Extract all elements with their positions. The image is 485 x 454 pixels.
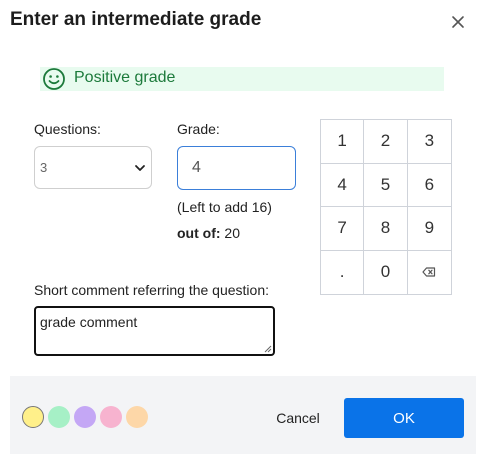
intermediate-grade-dialog: Enter an intermediate grade Positive gra… — [0, 0, 485, 454]
key-6[interactable]: 6 — [407, 163, 451, 207]
comment-textarea[interactable]: grade comment — [34, 306, 275, 356]
key-0[interactable]: 0 — [364, 250, 408, 294]
out-of-text: out of: 20 — [177, 225, 240, 241]
resize-grip-icon[interactable] — [262, 343, 272, 353]
left-to-add-text: (Left to add 16) — [177, 199, 272, 215]
key-backspace[interactable] — [407, 250, 451, 294]
close-icon[interactable] — [450, 14, 466, 30]
numeric-keypad: 1 2 3 4 5 6 7 8 9 . 0 — [320, 119, 452, 295]
color-swatch-green[interactable] — [48, 406, 70, 428]
out-of-value: 20 — [224, 225, 240, 241]
out-of-label: out of: — [177, 225, 221, 241]
key-5[interactable]: 5 — [364, 163, 408, 207]
smiley-icon — [43, 68, 65, 90]
key-8[interactable]: 8 — [364, 207, 408, 251]
key-1[interactable]: 1 — [321, 120, 365, 164]
cancel-button[interactable]: Cancel — [268, 406, 328, 430]
grade-label: Grade: — [177, 121, 220, 137]
questions-label: Questions: — [34, 121, 101, 137]
comment-label: Short comment referring the question: — [34, 282, 270, 298]
color-swatch-yellow[interactable] — [22, 406, 44, 428]
color-swatch-pink[interactable] — [100, 406, 122, 428]
key-2[interactable]: 2 — [364, 120, 408, 164]
key-3[interactable]: 3 — [407, 120, 451, 164]
key-decimal[interactable]: . — [321, 250, 365, 294]
dialog-title: Enter an intermediate grade — [10, 9, 262, 30]
backspace-icon — [422, 267, 436, 277]
questions-selected-value: 3 — [40, 160, 48, 175]
chevron-down-icon — [135, 165, 145, 171]
key-4[interactable]: 4 — [321, 163, 365, 207]
color-swatch-orange[interactable] — [126, 406, 148, 428]
grade-status-text: Positive grade — [74, 69, 176, 86]
color-swatch-purple[interactable] — [74, 406, 96, 428]
questions-select[interactable]: 3 — [34, 146, 152, 189]
key-9[interactable]: 9 — [407, 207, 451, 251]
ok-button[interactable]: OK — [344, 398, 464, 438]
grade-input[interactable] — [177, 146, 296, 190]
key-7[interactable]: 7 — [321, 207, 365, 251]
